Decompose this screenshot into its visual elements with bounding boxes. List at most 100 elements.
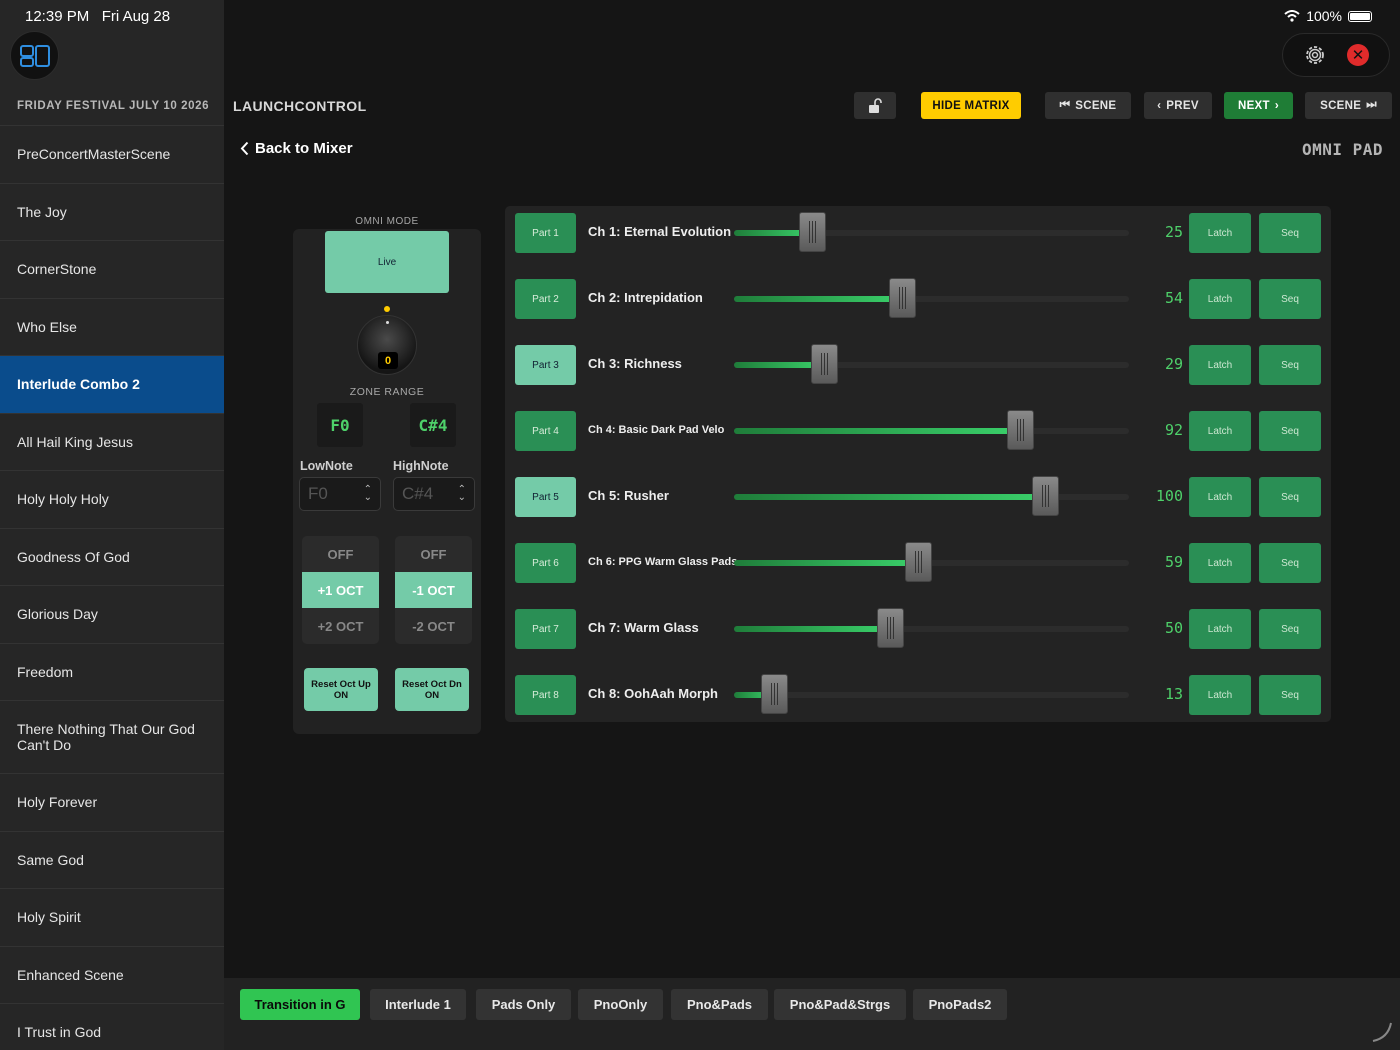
song-item[interactable]: Holy Holy Holy [0, 471, 224, 529]
octave-down-option[interactable]: -2 OCT [395, 608, 472, 644]
slider-thumb[interactable] [877, 608, 904, 648]
seq-button[interactable]: Seq [1259, 477, 1321, 517]
low-note-select[interactable]: F0 ⌃ ⌄ [299, 477, 381, 511]
song-item[interactable]: I Trust in God [0, 1004, 224, 1050]
scene-button[interactable]: Pno&Pads [671, 989, 768, 1020]
song-item[interactable]: The Joy [0, 184, 224, 241]
song-item[interactable]: Same God [0, 832, 224, 889]
part-button[interactable]: Part 5 [515, 477, 576, 517]
knob-value: 0 [378, 352, 398, 369]
song-item[interactable]: PreConcertMasterScene [0, 126, 224, 184]
volume-fill [734, 560, 918, 566]
slider-thumb[interactable] [799, 212, 826, 252]
volume-slider[interactable] [734, 476, 1129, 516]
seq-button[interactable]: Seq [1259, 411, 1321, 451]
scene-next-button[interactable]: SCENE ⏭ [1305, 92, 1392, 119]
latch-button[interactable]: Latch [1189, 411, 1251, 451]
channel-row: Part 3 Ch 3: Richness 29 Latch Seq [505, 338, 1331, 404]
transpose-knob[interactable]: 0 [357, 315, 417, 375]
scene-button[interactable]: Pads Only [476, 989, 571, 1020]
next-button[interactable]: NEXT › [1224, 92, 1293, 119]
part-button[interactable]: Part 6 [515, 543, 576, 583]
channel-row: Part 2 Ch 2: Intrepidation 54 Latch Seq [505, 272, 1331, 338]
channel-row: Part 4 Ch 4: Basic Dark Pad Velo 92 Latch Se… [505, 404, 1331, 470]
part-button[interactable]: Part 3 [515, 345, 576, 385]
song-item[interactable]: Glorious Day [0, 586, 224, 644]
seq-button[interactable]: Seq [1259, 213, 1321, 253]
octave-up-option[interactable]: OFF [302, 536, 379, 572]
reset-oct-down-button[interactable]: Reset Oct Dn ON [395, 668, 469, 711]
song-item[interactable]: Freedom [0, 644, 224, 701]
channel-name: Ch 4: Basic Dark Pad Velo [588, 424, 725, 436]
scene-prev-button[interactable]: ⏮ SCENE [1045, 92, 1131, 119]
volume-slider[interactable] [734, 608, 1129, 648]
song-item[interactable]: Enhanced Scene [0, 947, 224, 1004]
song-item[interactable]: CornerStone [0, 241, 224, 299]
latch-button[interactable]: Latch [1189, 279, 1251, 319]
seq-button[interactable]: Seq [1259, 609, 1321, 649]
song-item[interactable]: Goodness Of God [0, 529, 224, 586]
omni-mode-button[interactable]: Live [325, 231, 449, 293]
volume-slider[interactable] [734, 278, 1129, 318]
resize-handle-icon[interactable] [1370, 1020, 1394, 1044]
battery-icon [1348, 10, 1372, 22]
channel-name: Ch 8: OohAah Morph [588, 686, 718, 701]
octave-down-option[interactable]: -1 OCT [395, 572, 472, 608]
close-button[interactable]: ✕ [1347, 44, 1369, 66]
latch-button[interactable]: Latch [1189, 543, 1251, 583]
part-button[interactable]: Part 2 [515, 279, 576, 319]
seq-button[interactable]: Seq [1259, 279, 1321, 319]
low-note-display: F0 [317, 403, 363, 447]
latch-button[interactable]: Latch [1189, 609, 1251, 649]
seq-button[interactable]: Seq [1259, 345, 1321, 385]
song-item[interactable]: Holy Forever [0, 774, 224, 832]
octave-down-option[interactable]: OFF [395, 536, 472, 572]
scene-button[interactable]: PnoPads2 [913, 989, 1007, 1020]
scene-button[interactable]: Pno&Pad&Strgs [774, 989, 906, 1020]
part-button[interactable]: Part 1 [515, 213, 576, 253]
volume-slider[interactable] [734, 344, 1129, 384]
volume-slider[interactable] [734, 674, 1129, 714]
song-item[interactable]: There Nothing That Our God Can't Do [0, 701, 224, 774]
volume-slider[interactable] [734, 542, 1129, 582]
settings-gear-icon[interactable] [1303, 43, 1327, 67]
seq-button[interactable]: Seq [1259, 675, 1321, 715]
slider-thumb[interactable] [905, 542, 932, 582]
slider-thumb[interactable] [889, 278, 916, 318]
song-item[interactable]: Interlude Combo 2 [0, 356, 224, 414]
slider-thumb[interactable] [811, 344, 838, 384]
high-note-select[interactable]: C#4 ⌃ ⌄ [393, 477, 475, 511]
latch-button[interactable]: Latch [1189, 213, 1251, 253]
latch-button[interactable]: Latch [1189, 477, 1251, 517]
scene-button[interactable]: PnoOnly [578, 989, 663, 1020]
song-item[interactable]: All Hail King Jesus [0, 414, 224, 471]
scene-button[interactable]: Transition in G [240, 989, 360, 1020]
status-time: 12:39 PM Fri Aug 28 [25, 8, 171, 25]
channel-row: Part 7 Ch 7: Warm Glass 50 Latch Seq [505, 602, 1331, 668]
seq-button[interactable]: Seq [1259, 543, 1321, 583]
song-item[interactable]: Who Else [0, 299, 224, 356]
channel-name: Ch 5: Rusher [588, 488, 669, 503]
volume-slider[interactable] [734, 410, 1129, 450]
slider-thumb[interactable] [761, 674, 788, 714]
part-button[interactable]: Part 7 [515, 609, 576, 649]
latch-button[interactable]: Latch [1189, 675, 1251, 715]
back-to-mixer-link[interactable]: Back to Mixer [240, 140, 353, 157]
slider-thumb[interactable] [1007, 410, 1034, 450]
prev-button[interactable]: ‹ PREV [1144, 92, 1212, 119]
hide-matrix-button[interactable]: HIDE MATRIX [921, 92, 1021, 119]
lock-button[interactable] [854, 92, 896, 119]
song-item[interactable]: Holy Spirit [0, 889, 224, 947]
slider-thumb[interactable] [1032, 476, 1059, 516]
volume-slider[interactable] [734, 212, 1129, 252]
layout-toggle-button[interactable] [10, 31, 59, 80]
part-button[interactable]: Part 4 [515, 411, 576, 451]
latch-button[interactable]: Latch [1189, 345, 1251, 385]
octave-up-option[interactable]: +1 OCT [302, 572, 379, 608]
event-title: FRIDAY FESTIVAL JULY 10 2026 [17, 100, 210, 112]
octave-up-option[interactable]: +2 OCT [302, 608, 379, 644]
reset-oct-up-button[interactable]: Reset Oct Up ON [304, 668, 378, 711]
skip-back-icon: ⏮ [1059, 99, 1071, 111]
part-button[interactable]: Part 8 [515, 675, 576, 715]
scene-button[interactable]: Interlude 1 [370, 989, 466, 1020]
